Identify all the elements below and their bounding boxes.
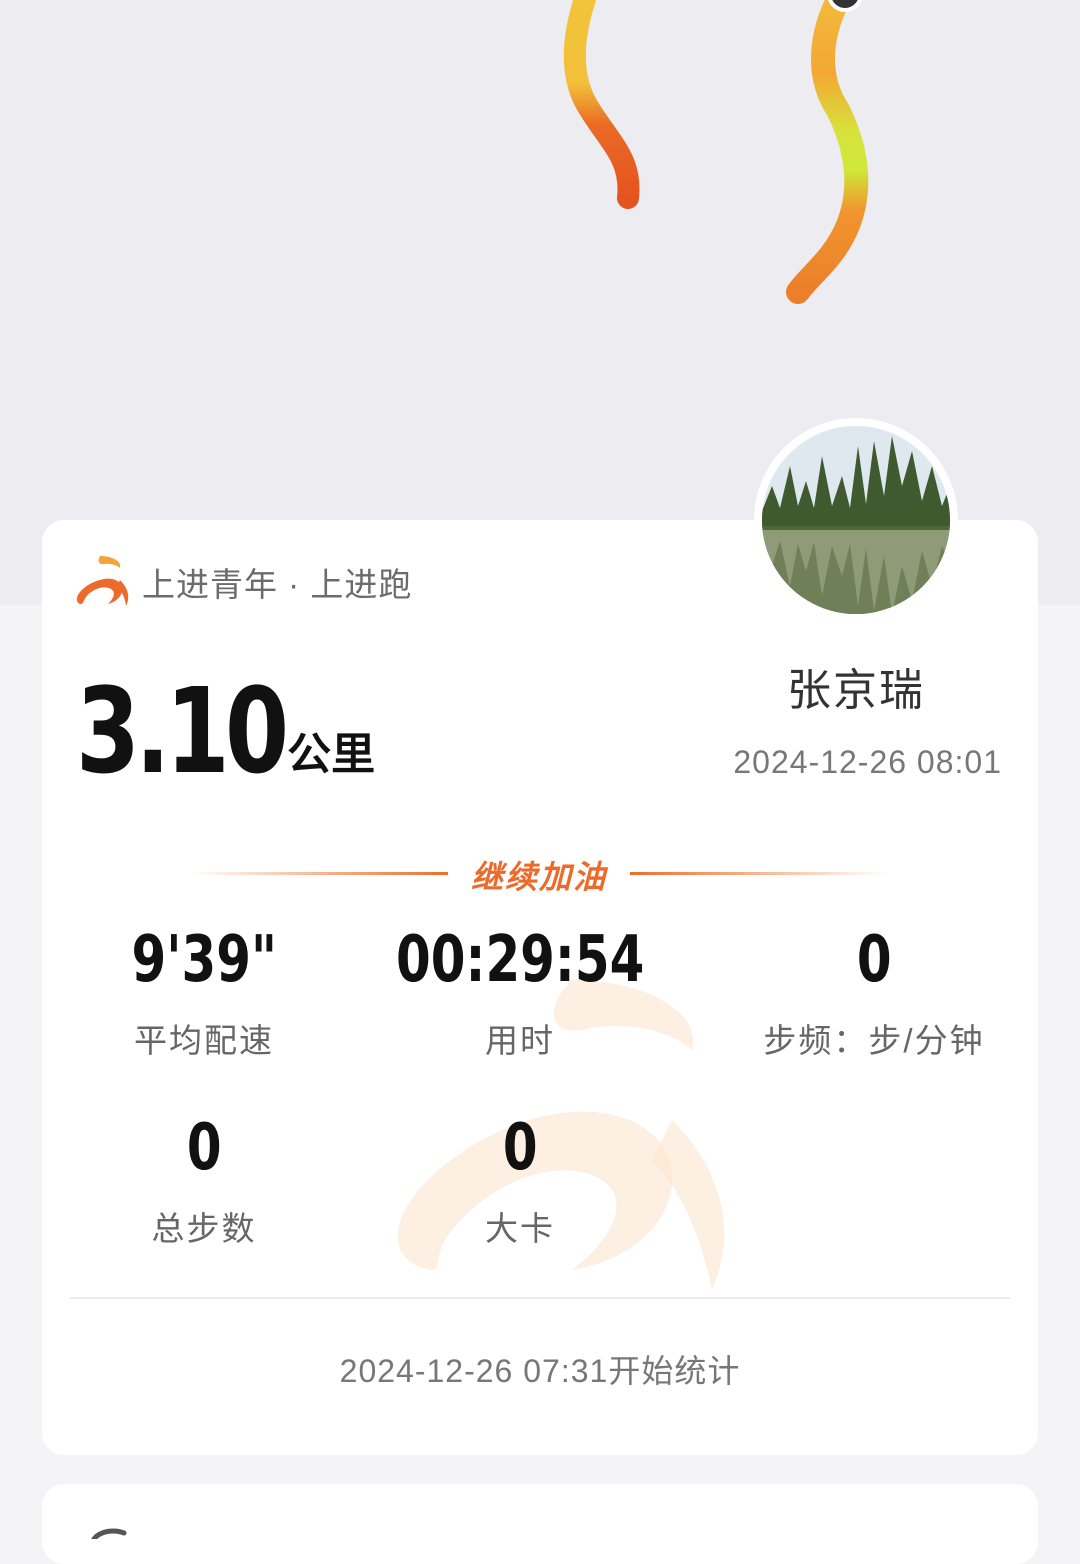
stat-duration: 00:29:54 用时	[360, 920, 680, 1062]
steps-value: 0	[186, 1111, 222, 1185]
stat-calories: 0 大卡	[360, 1108, 680, 1250]
user-name: 张京瑞	[787, 666, 925, 715]
run-date: 2024-12-26 08:01	[733, 744, 1002, 780]
pace-label: 平均配速	[134, 1022, 274, 1059]
stat-steps: 0 总步数	[42, 1108, 366, 1250]
distance: 3.10 公里	[76, 672, 375, 790]
pace-value: 9'39"	[131, 923, 277, 997]
stat-pace: 9'39" 平均配速	[42, 920, 366, 1062]
divider-right	[630, 872, 888, 875]
stat-cadence: 0 步频：步/分钟	[714, 920, 1034, 1062]
runner-logo-icon	[74, 550, 134, 615]
duration-value: 00:29:54	[395, 923, 645, 997]
duration-label: 用时	[485, 1022, 555, 1059]
calories-value: 0	[502, 1111, 538, 1185]
footer-divider	[70, 1297, 1010, 1299]
divider-left	[192, 872, 448, 875]
brand-name: 上进青年 · 上进跑	[142, 566, 413, 603]
next-card	[42, 1484, 1038, 1564]
steps-label: 总步数	[151, 1210, 257, 1247]
runner-logo-icon	[90, 1526, 130, 1544]
run-summary-card: 上进青年 · 上进跑 3.10 公里 张京瑞 2024-12-26 08:01 …	[42, 520, 1038, 1455]
distance-value: 3.10	[76, 662, 289, 800]
cadence-value: 0	[856, 923, 892, 997]
start-time: 2024-12-26 07:31开始统计	[339, 1353, 741, 1389]
avatar-photo	[762, 426, 950, 614]
calories-label: 大卡	[485, 1210, 555, 1247]
distance-unit: 公里	[287, 730, 376, 779]
brand-header: 上进青年 · 上进跑	[74, 552, 412, 612]
avatar[interactable]	[754, 418, 958, 622]
cadence-label: 步频：步/分钟	[763, 1022, 985, 1059]
cheer-text: 继续加油	[470, 859, 607, 895]
